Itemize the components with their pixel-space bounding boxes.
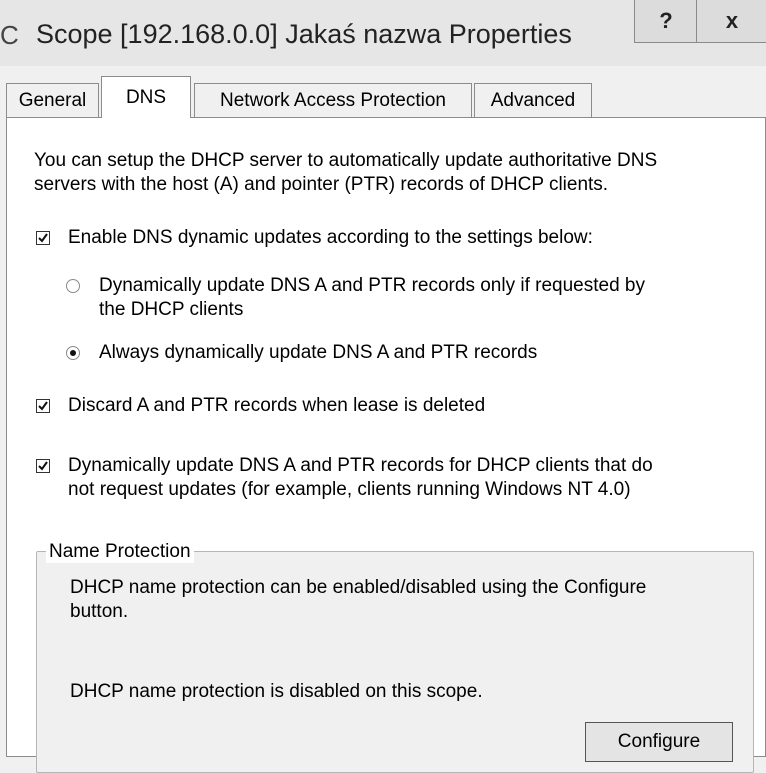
name-protection-status: DHCP name protection is disabled on this…: [70, 681, 483, 702]
configure-button-label: Configure: [617, 731, 701, 752]
discard-records-checkbox[interactable]: [36, 399, 50, 413]
enable-dns-updates-label: Enable DNS dynamic updates according to …: [68, 227, 593, 248]
update-if-requested-label-line1: Dynamically update DNS A and PTR records…: [99, 275, 645, 296]
checkmark-icon: [38, 401, 48, 411]
checkmark-icon: [38, 461, 48, 471]
configure-button[interactable]: Configure: [585, 722, 733, 762]
update-nonrequesting-label-line1: Dynamically update DNS A and PTR records…: [68, 455, 653, 476]
name-protection-desc-line1: DHCP name protection can be enabled/disa…: [70, 577, 647, 598]
discard-records-label: Discard A and PTR records when lease is …: [68, 395, 486, 416]
update-if-requested-label-line2: the DHCP clients: [99, 299, 244, 320]
checkmark-icon: [38, 233, 48, 243]
update-if-requested-radio[interactable]: [66, 279, 80, 293]
name-protection-desc-line2: button.: [70, 601, 129, 622]
radio-dot-icon: [70, 350, 76, 356]
always-update-label: Always dynamically update DNS A and PTR …: [99, 342, 538, 363]
update-nonrequesting-label-line2: not request updates (for example, client…: [68, 479, 631, 500]
dns-content: You can setup the DHCP server to automat…: [0, 0, 766, 773]
enable-dns-updates-checkbox[interactable]: [36, 231, 50, 245]
name-protection-legend: Name Protection: [46, 541, 194, 563]
intro-text-line1: You can setup the DHCP server to automat…: [34, 150, 658, 171]
always-update-radio[interactable]: [66, 346, 80, 360]
update-nonrequesting-checkbox[interactable]: [36, 459, 50, 473]
intro-text-line2: servers with the host (A) and pointer (P…: [34, 174, 609, 195]
